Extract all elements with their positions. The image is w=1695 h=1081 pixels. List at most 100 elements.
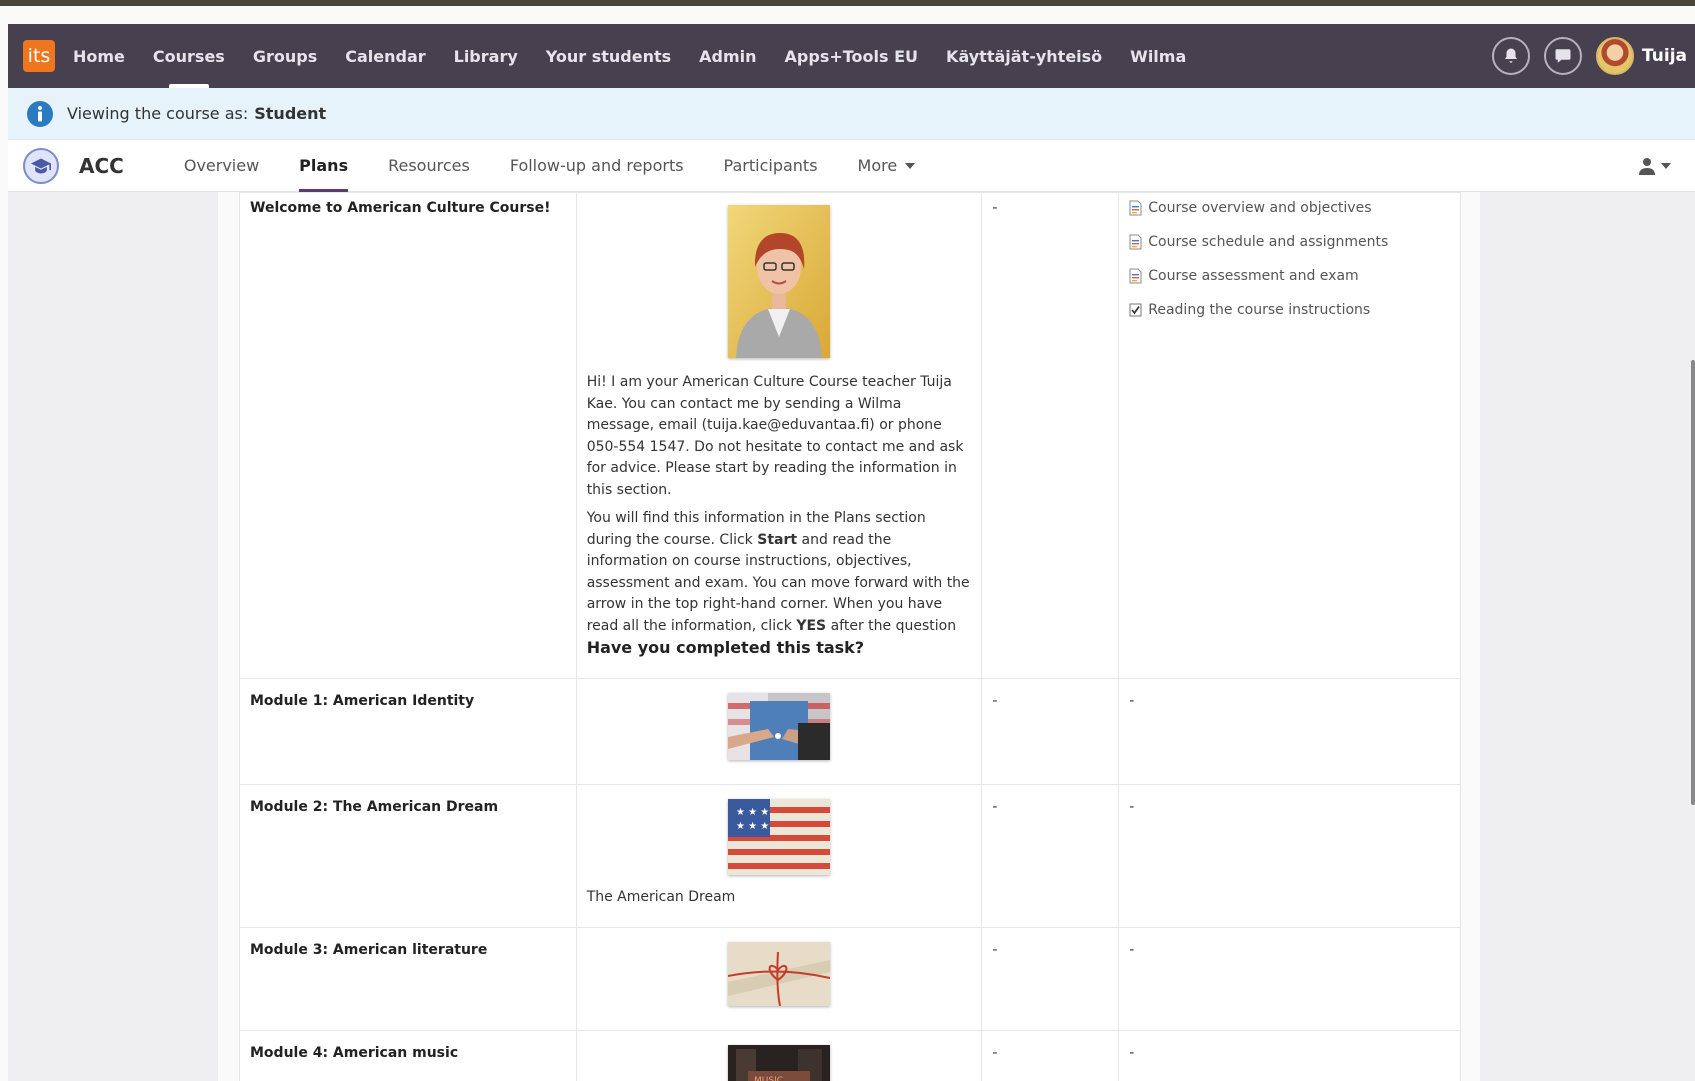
nav-calendar[interactable]: Calendar bbox=[345, 24, 425, 88]
plan-content-cell bbox=[575, 677, 983, 785]
plan-col4-cell: - bbox=[1118, 926, 1461, 1031]
resource-label: Course assessment and exam bbox=[1148, 268, 1359, 284]
empty-value: - bbox=[992, 692, 998, 709]
viewing-as-text: Viewing the course as: bbox=[67, 104, 249, 123]
module-1-image[interactable] bbox=[728, 692, 831, 760]
plan-col3-cell: - bbox=[981, 926, 1120, 1031]
resource-item[interactable]: Course overview and objectives bbox=[1129, 196, 1450, 220]
tab-plans[interactable]: Plans bbox=[299, 140, 348, 192]
tab-overview[interactable]: Overview bbox=[184, 140, 259, 192]
nav-apps-tools[interactable]: Apps+Tools EU bbox=[785, 24, 919, 88]
chevron-down-icon bbox=[905, 162, 916, 169]
plan-resources-cell: Course overview and objectives Course sc… bbox=[1118, 192, 1461, 679]
viewing-as-banner: Viewing the course as: Student bbox=[8, 88, 1695, 140]
resource-item[interactable]: Reading the course instructions bbox=[1129, 298, 1450, 322]
nav-kayttajat-yhteiso[interactable]: Käyttäjät-yhteisö bbox=[946, 24, 1102, 88]
empty-value: - bbox=[1129, 941, 1135, 958]
plan-title[interactable]: Module 4: American music bbox=[250, 1045, 566, 1061]
page-scrollbar[interactable] bbox=[1691, 360, 1695, 805]
plan-title-cell: Module 2: The American Dream bbox=[239, 783, 577, 928]
module-2-image[interactable]: ★ ★ ★ ★ ★ ★ bbox=[728, 798, 831, 875]
nav-your-students[interactable]: Your students bbox=[546, 24, 671, 88]
user-role-menu[interactable] bbox=[1639, 140, 1671, 192]
nav-courses[interactable]: Courses bbox=[153, 24, 225, 88]
welcome-description: Hi! I am your American Culture Course te… bbox=[587, 372, 972, 661]
empty-value: - bbox=[1129, 692, 1135, 709]
welcome-p2-yes: YES bbox=[796, 617, 827, 634]
checkbox-task-icon bbox=[1129, 303, 1142, 317]
svg-text:MUSIC: MUSIC bbox=[754, 1076, 783, 1081]
plan-content-cell: MUSIC bbox=[575, 1029, 983, 1081]
svg-text:★ ★ ★: ★ ★ ★ bbox=[736, 821, 769, 832]
plan-col4-cell: - bbox=[1118, 1029, 1461, 1081]
welcome-paragraph-1: Hi! I am your American Culture Course te… bbox=[586, 374, 964, 498]
resource-item[interactable]: Course schedule and assignments bbox=[1129, 230, 1450, 254]
nav-groups[interactable]: Groups bbox=[253, 24, 317, 88]
nav-admin[interactable]: Admin bbox=[699, 24, 756, 88]
user-name[interactable]: Tuija bbox=[1642, 46, 1687, 66]
plan-col3-cell: - bbox=[981, 783, 1120, 928]
plan-content-cell bbox=[575, 926, 983, 1031]
user-avatar[interactable] bbox=[1596, 37, 1635, 75]
welcome-p2-question: Have you completed this task? bbox=[586, 638, 865, 657]
welcome-p2-text-c: after the question bbox=[826, 617, 957, 634]
table-row: Welcome to American Culture Course! Hi! … bbox=[239, 192, 1461, 679]
plan-title[interactable]: Module 3: American literature bbox=[250, 942, 566, 958]
top-navigation: its Home Courses Groups Calendar Library… bbox=[8, 24, 1695, 88]
its-logo[interactable]: its bbox=[23, 40, 55, 72]
plan-title-cell: Welcome to American Culture Course! bbox=[239, 192, 577, 679]
plan-col3-cell: - bbox=[981, 1029, 1120, 1081]
module-image-wrap bbox=[587, 941, 972, 1006]
tab-resources[interactable]: Resources bbox=[388, 140, 470, 192]
empty-value: - bbox=[992, 941, 998, 958]
window-left-strip bbox=[0, 24, 8, 1081]
module-image-wrap bbox=[587, 692, 972, 760]
module-image-wrap: ★ ★ ★ ★ ★ ★ bbox=[587, 798, 972, 875]
course-code[interactable]: ACC bbox=[79, 154, 124, 178]
table-row: Module 3: American literature - - bbox=[239, 926, 1461, 1031]
empty-value: - bbox=[992, 200, 998, 216]
module-4-image[interactable]: MUSIC bbox=[728, 1044, 831, 1081]
document-icon bbox=[1129, 200, 1142, 216]
table-row: Module 2: The American Dream ★ ★ ★ ★ ★ ★… bbox=[239, 783, 1461, 928]
plan-title[interactable]: Welcome to American Culture Course! bbox=[250, 200, 566, 216]
empty-value: - bbox=[1129, 798, 1135, 815]
chat-bubble-icon bbox=[1555, 49, 1571, 63]
table-row: Module 4: American music MUSIC - - bbox=[239, 1029, 1461, 1081]
nav-library[interactable]: Library bbox=[454, 24, 518, 88]
notifications-button[interactable] bbox=[1492, 37, 1531, 75]
nav-wilma[interactable]: Wilma bbox=[1130, 24, 1186, 88]
svg-text:★ ★ ★: ★ ★ ★ bbox=[736, 807, 769, 818]
graduation-cap-icon bbox=[23, 147, 59, 184]
module-caption: The American Dream bbox=[586, 888, 736, 905]
tab-participants[interactable]: Participants bbox=[724, 140, 818, 192]
bell-icon bbox=[1505, 48, 1518, 63]
tab-more[interactable]: More bbox=[858, 140, 916, 192]
nav-home[interactable]: Home bbox=[73, 24, 125, 88]
plan-title-cell: Module 4: American music bbox=[239, 1029, 577, 1081]
tab-follow-up-and-reports[interactable]: Follow-up and reports bbox=[510, 140, 684, 192]
resource-item[interactable]: Course assessment and exam bbox=[1129, 264, 1450, 288]
plan-content-cell: Hi! I am your American Culture Course te… bbox=[575, 192, 983, 679]
welcome-paragraph-2: You will find this information in the Pl… bbox=[587, 508, 972, 661]
module-3-image[interactable] bbox=[728, 941, 831, 1006]
plan-col3-cell: - bbox=[981, 192, 1120, 679]
resource-list: Course overview and objectives Course sc… bbox=[1129, 196, 1450, 322]
plan-col4-cell: - bbox=[1118, 677, 1461, 785]
module-image-wrap: MUSIC bbox=[587, 1044, 972, 1081]
plan-title[interactable]: Module 1: American Identity bbox=[250, 693, 566, 709]
empty-value: - bbox=[992, 798, 998, 815]
plan-content-cell: ★ ★ ★ ★ ★ ★ The American Dream bbox=[575, 783, 983, 928]
table-row: Module 1: American Identity - - bbox=[239, 677, 1461, 785]
viewing-as-role: Student bbox=[254, 104, 327, 123]
resource-label: Course schedule and assignments bbox=[1148, 234, 1389, 250]
empty-value: - bbox=[1129, 1044, 1135, 1061]
info-icon bbox=[27, 100, 53, 127]
messages-button[interactable] bbox=[1544, 37, 1583, 75]
teacher-photo[interactable] bbox=[728, 205, 831, 358]
document-icon bbox=[1129, 268, 1142, 284]
teacher-photo-wrap bbox=[587, 205, 972, 358]
user-icon bbox=[1639, 158, 1655, 175]
plan-title[interactable]: Module 2: The American Dream bbox=[250, 799, 566, 815]
plan-col3-cell: - bbox=[981, 677, 1120, 785]
